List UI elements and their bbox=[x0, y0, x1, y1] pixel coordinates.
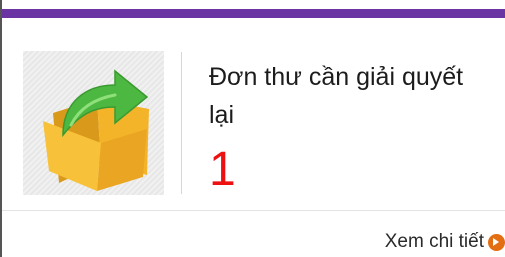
horizontal-divider bbox=[2, 210, 505, 211]
card-count: 1 bbox=[209, 143, 236, 196]
card-top-bar bbox=[2, 9, 505, 18]
vertical-divider bbox=[181, 52, 182, 194]
view-details-link[interactable]: Xem chi tiết bbox=[385, 230, 505, 254]
view-details-label: Xem chi tiết bbox=[384, 231, 484, 252]
reprocess-petitions-card: Đơn thư cần giải quyết lại 1 Xem chi tiế… bbox=[0, 0, 505, 257]
arrow-circle-right-icon bbox=[488, 233, 505, 251]
folder-reopen-icon bbox=[23, 51, 164, 195]
card-title: Đơn thư cần giải quyết lại bbox=[209, 63, 464, 129]
